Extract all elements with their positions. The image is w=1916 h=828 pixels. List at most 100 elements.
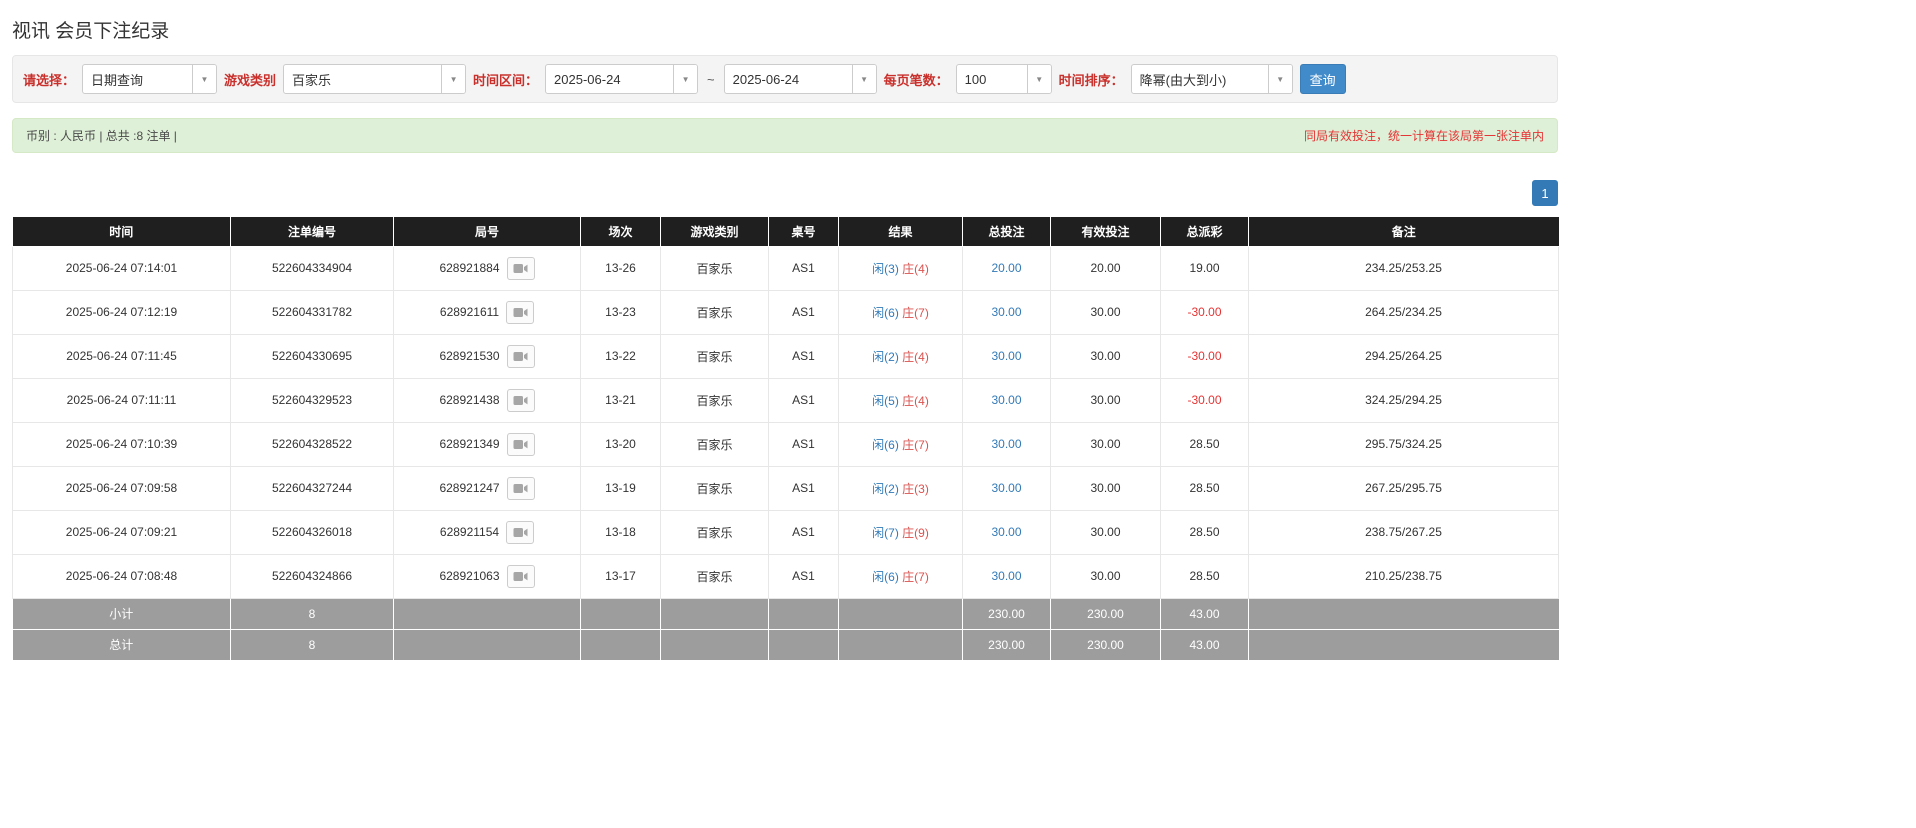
video-replay-button[interactable] [506, 432, 535, 456]
cell-note: 267.25/295.75 [1248, 465, 1559, 511]
cell-total-bet[interactable]: 30.00 [962, 465, 1051, 511]
video-replay-button[interactable] [506, 564, 535, 588]
table-row: 2025-06-24 07:11:45 522604330695 6289215… [12, 333, 1559, 379]
video-replay-button[interactable] [506, 476, 535, 500]
sort-order-select[interactable]: 降幂(由大到小) ▼ [1130, 64, 1293, 94]
game-type-select[interactable]: 百家乐 ▼ [283, 64, 467, 94]
cell-payout: -30.00 [1160, 377, 1249, 423]
round-id: 628921884 [439, 261, 500, 275]
round-id: 628921154 [439, 525, 500, 539]
page-container: 视讯 会员下注纪录 请选择： 日期查询 ▼ 游戏类别 百家乐 ▼ 时间区间： 2… [12, 0, 1559, 661]
cell-payout: -30.00 [1160, 333, 1249, 379]
date-from-picker[interactable]: 2025-06-24 ▼ [545, 64, 699, 94]
cell-round: 628921349 [393, 421, 581, 467]
video-icon [513, 483, 528, 493]
cell-bet-id: 522604330695 [230, 333, 394, 379]
cell-bet-id: 522604328522 [230, 421, 394, 467]
cell-bet-id: 522604334904 [230, 245, 394, 291]
time-range-label: 时间区间： [473, 72, 539, 88]
page-1-button[interactable]: 1 [1532, 180, 1558, 206]
page-size-value: 100 [964, 71, 987, 87]
table-row: 2025-06-24 07:12:19 522604331782 6289216… [12, 289, 1559, 335]
cell-time: 2025-06-24 07:12:19 [12, 289, 231, 335]
cell-total-bet[interactable]: 30.00 [962, 377, 1051, 423]
subtotal-count: 8 [230, 597, 394, 630]
video-replay-button[interactable] [506, 388, 535, 412]
bet-records-table: 时间 注单编号 局号 场次 游戏类别 桌号 结果 总投注 有效投注 总派彩 备注… [12, 217, 1559, 661]
cell-total-bet[interactable]: 30.00 [962, 553, 1051, 599]
chevron-down-icon: ▼ [851, 65, 876, 93]
col-header-time: 时间 [12, 217, 231, 247]
round-id: 628921063 [439, 569, 500, 583]
date-mode-select[interactable]: 日期查询 ▼ [82, 64, 218, 94]
col-header-table-no: 桌号 [768, 217, 839, 247]
cell-game-type: 百家乐 [660, 421, 769, 467]
page-size-select[interactable]: 100 ▼ [955, 64, 1052, 94]
date-to-picker[interactable]: 2025-06-24 ▼ [723, 64, 877, 94]
video-icon [513, 351, 528, 361]
cell-session: 13-19 [580, 465, 661, 511]
cell-game-type: 百家乐 [660, 509, 769, 555]
col-header-round: 局号 [393, 217, 581, 247]
cell-session: 13-21 [580, 377, 661, 423]
query-button[interactable]: 查询 [1299, 64, 1346, 94]
cell-total-bet[interactable]: 30.00 [962, 421, 1051, 467]
sort-order-label: 时间排序： [1058, 72, 1124, 88]
cell-session: 13-26 [580, 245, 661, 291]
cell-note: 210.25/238.75 [1248, 553, 1559, 599]
col-header-payout: 总派彩 [1160, 217, 1249, 247]
cell-total-bet[interactable]: 20.00 [962, 245, 1051, 291]
cell-round: 628921884 [393, 245, 581, 291]
result-banker: 庄(4) [902, 349, 929, 364]
cell-valid-bet: 20.00 [1050, 245, 1161, 291]
round-id: 628921530 [439, 349, 500, 363]
video-replay-button[interactable] [506, 300, 535, 324]
chevron-down-icon: ▼ [192, 65, 217, 93]
chevron-down-icon: ▼ [441, 65, 466, 93]
cell-payout: -30.00 [1160, 289, 1249, 335]
cell-time: 2025-06-24 07:11:45 [12, 333, 231, 379]
video-icon [513, 263, 528, 273]
table-row: 2025-06-24 07:14:01 522604334904 6289218… [12, 245, 1559, 291]
cell-valid-bet: 30.00 [1050, 377, 1161, 423]
result-banker: 庄(3) [902, 481, 929, 496]
cell-valid-bet: 30.00 [1050, 465, 1161, 511]
col-header-note: 备注 [1248, 217, 1559, 247]
cell-game-type: 百家乐 [660, 465, 769, 511]
cell-result: 闲(5) 庄(4) [838, 377, 963, 423]
cell-game-type: 百家乐 [660, 377, 769, 423]
cell-valid-bet: 30.00 [1050, 289, 1161, 335]
cell-payout: 19.00 [1160, 245, 1249, 291]
result-player: 闲(2) [872, 349, 899, 364]
cell-note: 295.75/324.25 [1248, 421, 1559, 467]
cell-time: 2025-06-24 07:14:01 [12, 245, 231, 291]
cell-time: 2025-06-24 07:09:21 [12, 509, 231, 555]
sort-order-value: 降幂(由大到小) [1139, 72, 1227, 88]
cell-payout: 28.50 [1160, 465, 1249, 511]
cell-result: 闲(2) 庄(4) [838, 333, 963, 379]
round-id: 628921611 [439, 305, 500, 319]
cell-bet-id: 522604326018 [230, 509, 394, 555]
video-replay-button[interactable] [506, 256, 535, 280]
video-replay-button[interactable] [506, 344, 535, 368]
table-row: 2025-06-24 07:08:48 522604324866 6289210… [12, 553, 1559, 599]
cell-total-bet[interactable]: 30.00 [962, 509, 1051, 555]
cell-payout: 28.50 [1160, 553, 1249, 599]
table-header-row: 时间 注单编号 局号 场次 游戏类别 桌号 结果 总投注 有效投注 总派彩 备注 [12, 217, 1559, 247]
cell-payout: 28.50 [1160, 509, 1249, 555]
cell-valid-bet: 30.00 [1050, 333, 1161, 379]
col-header-game-type: 游戏类别 [660, 217, 769, 247]
cell-result: 闲(6) 庄(7) [838, 289, 963, 335]
grand-total-payout: 43.00 [1160, 628, 1249, 661]
table-row: 2025-06-24 07:11:11 522604329523 6289214… [12, 377, 1559, 423]
chevron-down-icon: ▼ [1026, 65, 1051, 93]
cell-total-bet[interactable]: 30.00 [962, 333, 1051, 379]
video-replay-button[interactable] [506, 520, 535, 544]
table-row: 2025-06-24 07:09:58 522604327244 6289212… [12, 465, 1559, 511]
cell-table-no: AS1 [768, 509, 839, 555]
date-from-value: 2025-06-24 [554, 71, 621, 87]
result-banker: 庄(7) [902, 305, 929, 320]
cell-game-type: 百家乐 [660, 333, 769, 379]
grand-total-label: 总计 [12, 628, 231, 661]
cell-total-bet[interactable]: 30.00 [962, 289, 1051, 335]
